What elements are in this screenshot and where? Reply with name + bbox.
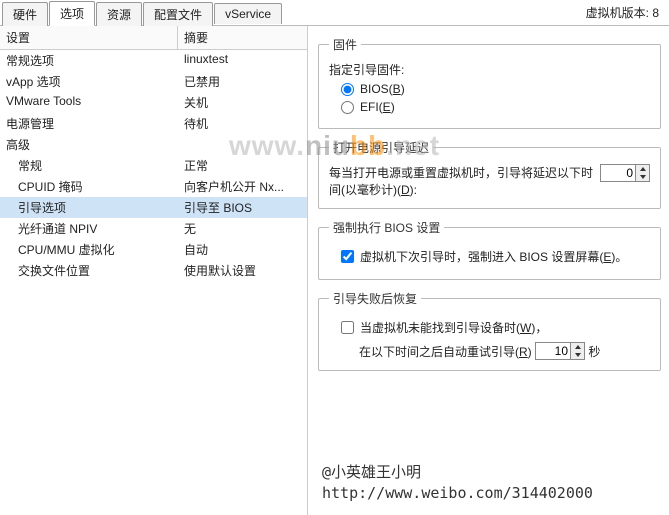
list-item-setting: 常规 [0,156,178,175]
force-bios-legend: 强制执行 BIOS 设置 [329,219,444,236]
list-item-setting: vApp 选项 [0,72,178,91]
retry-up[interactable] [571,343,584,351]
tab-hardware[interactable]: 硬件 [2,2,48,26]
radio-bios-label: BIOS(B) [360,82,405,96]
list-item-summary: 关机 [178,93,307,112]
list-item-setting: VMware Tools [0,93,178,112]
list-item-summary: 正常 [178,156,307,175]
radio-efi[interactable] [341,101,354,114]
list-item-setting: CPU/MMU 虚拟化 [0,240,178,259]
boot-fail-group: 引导失败后恢复 当虚拟机未能找到引导设备时(W)， 在以下时间之后自动重试引导(… [318,290,661,371]
delay-down[interactable] [636,173,649,181]
retry-spinner[interactable] [535,342,585,360]
boot-fail-inner-after: 秒 [588,343,600,360]
list-item-setting: 电源管理 [0,114,178,133]
list-item-summary: 引导至 BIOS [178,198,307,217]
firmware-legend: 固件 [329,36,361,53]
list-item[interactable]: 引导选项引导至 BIOS [0,197,307,218]
list-item-summary: linuxtest [178,51,307,70]
list-item-setting: 常规选项 [0,51,178,70]
list-item-setting: 高级 [0,135,178,154]
radio-efi-label: EFI(E) [360,100,395,114]
chevron-down-icon [640,175,646,179]
list-item[interactable]: 常规选项linuxtest [0,50,307,71]
credit: @小英雄王小明 http://www.weibo.com/314402000 [322,462,593,504]
firmware-group: 固件 指定引导固件: BIOS(B) EFI(E) [318,36,661,129]
chevron-up-icon [575,345,581,349]
list-item[interactable]: 电源管理待机 [0,113,307,134]
list-item-summary [178,135,307,154]
detail-panel: 固件 指定引导固件: BIOS(B) EFI(E) 打开电源引导延迟 每当打开电… [308,26,669,515]
delay-text-1: 每当打开电源或重置虚拟机时，引导将延迟以下时 [329,164,594,181]
delay-legend: 打开电源引导延迟 [329,139,433,156]
delay-spinner[interactable] [600,164,650,182]
vm-version-label: 虚拟机版本: 8 [586,4,667,21]
force-bios-group: 强制执行 BIOS 设置 虚拟机下次引导时，强制进入 BIOS 设置屏幕(E)。 [318,219,661,280]
retry-down[interactable] [571,351,584,359]
tab-options[interactable]: 选项 [49,1,95,26]
list-item[interactable]: 常规正常 [0,155,307,176]
list-item-setting: 光纤通道 NPIV [0,219,178,238]
boot-fail-checkbox[interactable] [341,321,354,334]
boot-fail-legend: 引导失败后恢复 [329,290,421,307]
chevron-down-icon [575,353,581,357]
column-setting[interactable]: 设置 [0,26,178,49]
list-item[interactable]: 高级 [0,134,307,155]
list-item-summary: 向客户机公开 Nx... [178,177,307,196]
delay-input[interactable] [601,165,635,181]
list-item-summary: 使用默认设置 [178,261,307,280]
list-item[interactable]: 交换文件位置使用默认设置 [0,260,307,281]
list-item[interactable]: CPUID 掩码向客户机公开 Nx... [0,176,307,197]
tab-bar: 硬件 选项 资源 配置文件 vService 虚拟机版本: 8 [0,0,669,26]
list-item-setting: 交换文件位置 [0,261,178,280]
list-item-summary: 无 [178,219,307,238]
list-item[interactable]: 光纤通道 NPIV无 [0,218,307,239]
list-item[interactable]: VMware Tools关机 [0,92,307,113]
firmware-prompt: 指定引导固件: [329,61,650,78]
boot-fail-label: 当虚拟机未能找到引导设备时(W)， [360,319,547,336]
tab-resources[interactable]: 资源 [96,2,142,26]
chevron-up-icon [640,167,646,171]
force-bios-checkbox[interactable] [341,250,354,263]
settings-list: 设置 摘要 常规选项linuxtestvApp 选项已禁用VMware Tool… [0,26,308,515]
column-summary[interactable]: 摘要 [178,26,307,49]
delay-up[interactable] [636,165,649,173]
radio-bios[interactable] [341,83,354,96]
delay-group: 打开电源引导延迟 每当打开电源或重置虚拟机时，引导将延迟以下时 间(以毫秒计)(… [318,139,661,209]
list-item-summary: 自动 [178,240,307,259]
tab-vservice[interactable]: vService [214,3,282,24]
list-item[interactable]: CPU/MMU 虚拟化自动 [0,239,307,260]
credit-author: @小英雄王小明 [322,462,593,483]
force-bios-label: 虚拟机下次引导时，强制进入 BIOS 设置屏幕(E)。 [360,248,627,265]
list-item[interactable]: vApp 选项已禁用 [0,71,307,92]
boot-fail-inner-before: 在以下时间之后自动重试引导(R) [359,343,532,360]
delay-text-2: 间(以毫秒计)(D): [329,183,417,197]
list-item-setting: CPUID 掩码 [0,177,178,196]
retry-input[interactable] [536,343,570,359]
credit-url: http://www.weibo.com/314402000 [322,483,593,504]
list-item-summary: 已禁用 [178,72,307,91]
tab-profiles[interactable]: 配置文件 [143,2,213,26]
list-item-setting: 引导选项 [0,198,178,217]
list-item-summary: 待机 [178,114,307,133]
